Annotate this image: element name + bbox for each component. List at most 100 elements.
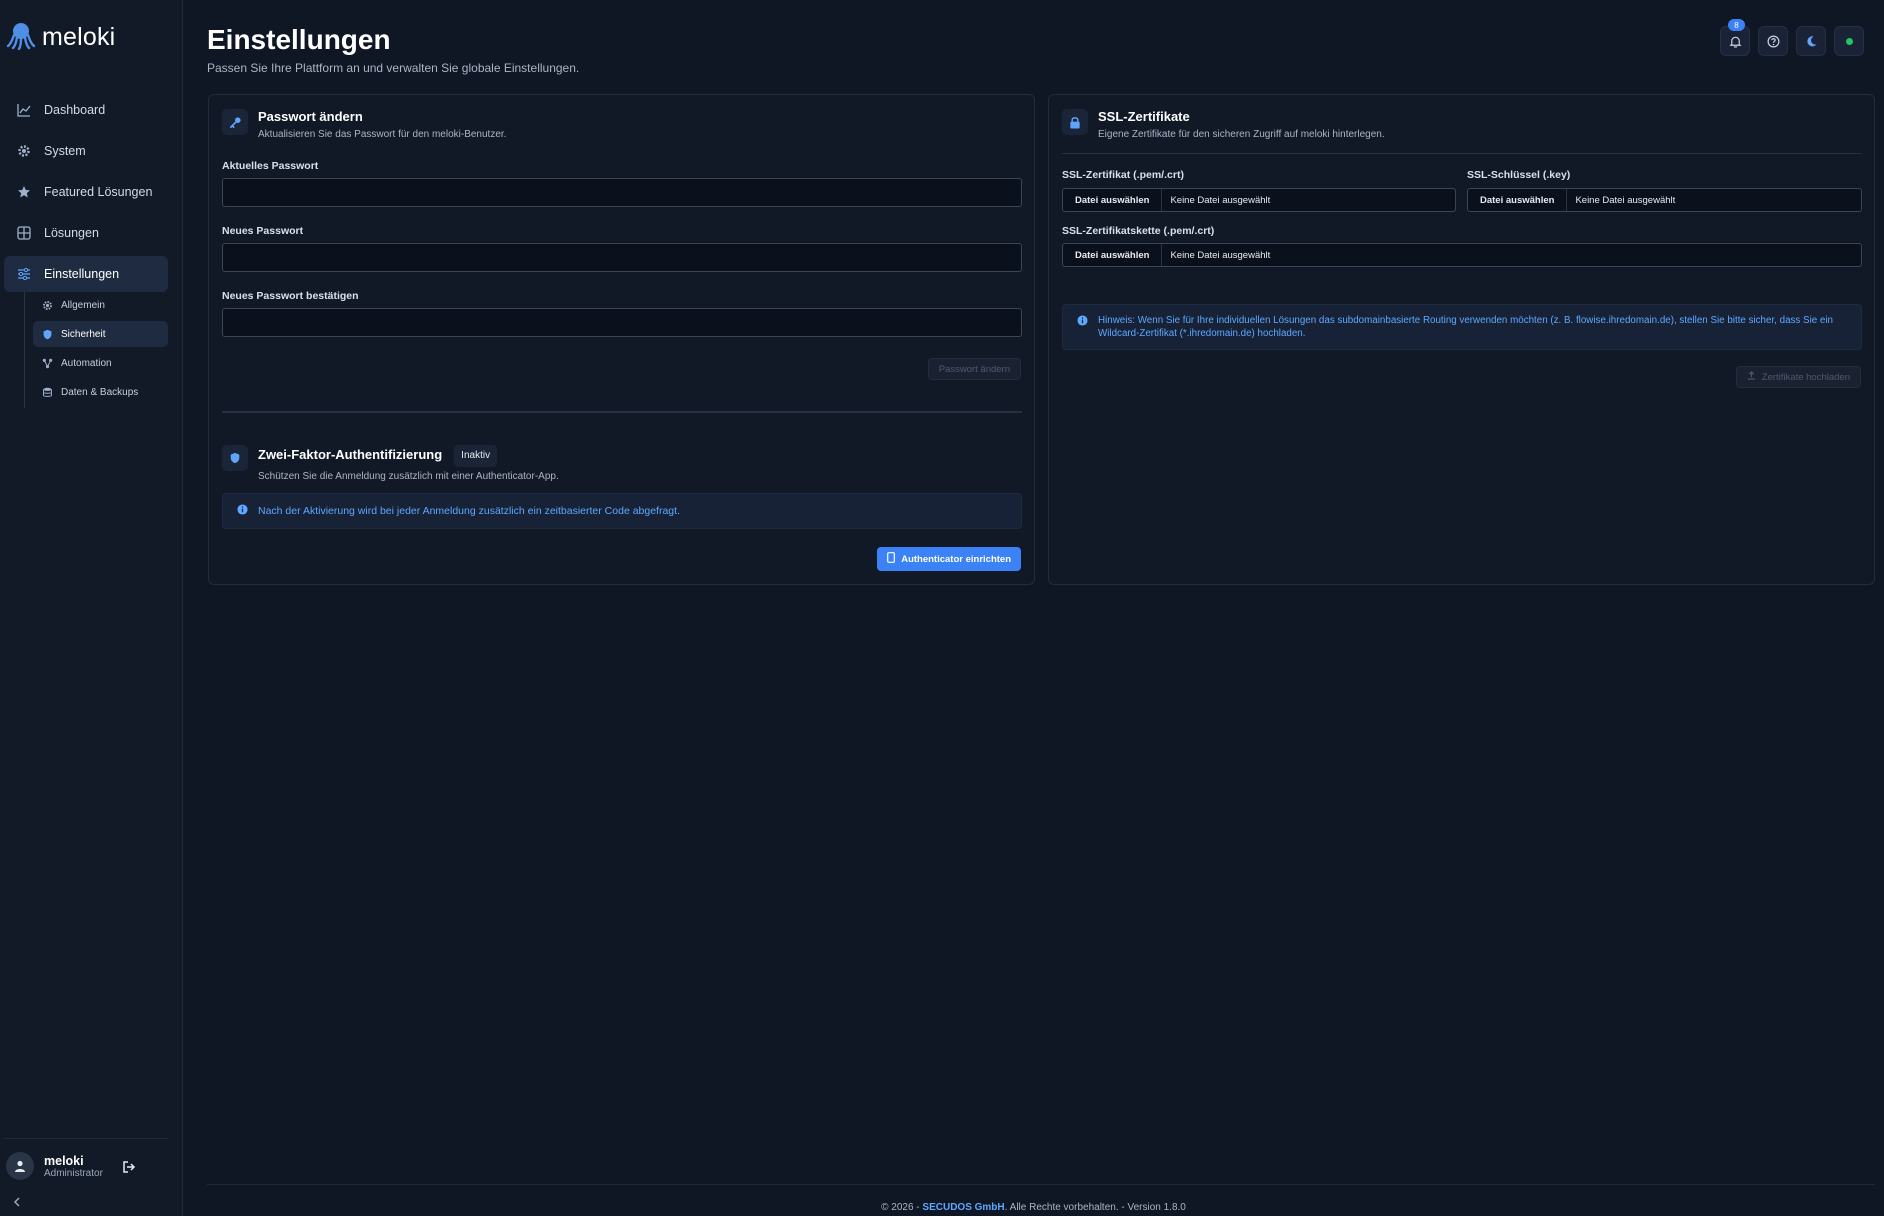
smartphone-icon <box>887 552 896 566</box>
info-icon <box>237 504 248 518</box>
new-password-input[interactable] <box>222 243 1022 272</box>
grid-icon <box>16 225 32 241</box>
twofa-status-badge: Inaktiv <box>454 445 498 467</box>
subitem-label: Automation <box>61 357 112 369</box>
sidebar-item-label: Dashboard <box>44 103 106 117</box>
ssl-header-divider <box>1062 153 1862 154</box>
twofa-section-description: Schützen Sie die Anmeldung zusätzlich mi… <box>258 471 559 482</box>
current-password-label: Aktuelles Passwort <box>222 160 319 172</box>
ssl-chain-label: SSL-Zertifikatskette (.pem/.crt) <box>1062 225 1215 237</box>
sidebar-item-featured[interactable]: Featured Lösungen <box>4 174 168 210</box>
ssl-section-title: SSL-Zertifikate <box>1098 109 1190 124</box>
ssl-chain-file-input[interactable]: Datei auswählen Keine Datei ausgewählt <box>1062 243 1862 267</box>
info-icon <box>1077 315 1088 330</box>
footer-suffix: . Alle Rechte vorbehalten. - Version 1.8… <box>1004 1202 1186 1213</box>
help-icon <box>1767 35 1779 47</box>
ssl-hint-box: Hinweis: Wenn Sie für Ihre individuellen… <box>1062 304 1862 350</box>
notification-badge: 8 <box>1728 19 1745 31</box>
password-section-header: Passwort ändern Aktualisieren Sie das Pa… <box>222 109 506 140</box>
change-password-button[interactable]: Passwort ändern <box>927 358 1021 380</box>
upload-certificates-button[interactable]: Zertifikate hochladen <box>1735 366 1861 388</box>
help-button[interactable] <box>1758 26 1788 56</box>
choose-file-button[interactable]: Datei auswählen <box>1063 189 1163 211</box>
subitem-label: Allgemein <box>61 299 105 311</box>
sidebar-item-solutions[interactable]: Lösungen <box>4 215 168 251</box>
setup-authenticator-label: Authenticator einrichten <box>901 553 1011 565</box>
sidebar-item-label: Featured Lösungen <box>44 185 153 199</box>
footer-divider <box>207 1184 1875 1185</box>
user-name: meloki <box>44 1153 84 1168</box>
sidebar-item-settings[interactable]: Einstellungen <box>4 256 168 292</box>
user-profile[interactable]: meloki Administrator <box>6 1152 103 1180</box>
confirm-password-input[interactable] <box>222 308 1022 337</box>
shield-icon <box>41 328 53 340</box>
shield-icon <box>222 445 248 471</box>
notifications-button[interactable]: 8 <box>1720 19 1750 56</box>
logo[interactable]: meloki <box>6 20 115 55</box>
choose-file-button[interactable]: Datei auswählen <box>1063 244 1163 266</box>
avatar <box>6 1152 34 1180</box>
user-role: Administrator <box>44 1167 103 1179</box>
sidebar-subitem-security[interactable]: Sicherheit <box>33 321 168 347</box>
ssl-cert-file-input[interactable]: Datei auswählen Keine Datei ausgewählt <box>1062 188 1456 212</box>
twofa-title-text: Zwei-Faktor-Authentifizierung <box>258 447 443 462</box>
sliders-icon <box>16 266 32 282</box>
section-divider <box>222 411 1022 413</box>
sidebar-item-label: Einstellungen <box>44 267 120 281</box>
octopus-logo-icon <box>6 20 36 55</box>
twofa-section-title: Zwei-Faktor-Authentifizierung Inaktiv <box>258 445 559 467</box>
new-password-label: Neues Passwort <box>222 225 304 237</box>
file-status: Keine Datei ausgewählt <box>1170 194 1271 206</box>
divider <box>4 1138 168 1139</box>
footer: © 2026 - SECUDOS GmbH. Alle Rechte vorbe… <box>0 1202 1884 1213</box>
ssl-key-label: SSL-Schlüssel (.key) <box>1467 169 1571 181</box>
ssl-hint-text: Hinweis: Wenn Sie für Ihre individuellen… <box>1098 315 1833 339</box>
sidebar: meloki Dashboard System Featured Lösunge… <box>0 0 183 1216</box>
page-subtitle: Passen Sie Ihre Plattform an und verwalt… <box>207 61 580 75</box>
security-card: Passwort ändern Aktualisieren Sie das Pa… <box>208 94 1035 585</box>
upload-icon <box>1747 371 1756 383</box>
ssl-key-file-input[interactable]: Datei auswählen Keine Datei ausgewählt <box>1467 188 1862 212</box>
theme-toggle-button[interactable] <box>1796 26 1826 56</box>
star-icon <box>16 184 32 200</box>
sidebar-item-label: System <box>44 144 86 158</box>
settings-subnav: Allgemein Sicherheit Automation Daten & … <box>24 292 168 408</box>
sidebar-item-label: Lösungen <box>44 226 99 240</box>
database-icon <box>41 386 53 398</box>
twofa-info-box: Nach der Aktivierung wird bei jeder Anme… <box>222 493 1022 529</box>
logout-icon[interactable] <box>122 1160 136 1179</box>
confirm-password-label: Neues Passwort bestätigen <box>222 290 359 302</box>
ssl-cert-label: SSL-Zertifikat (.pem/.crt) <box>1062 169 1184 181</box>
subitem-label: Daten & Backups <box>61 386 139 398</box>
chart-line-icon <box>16 102 32 118</box>
logo-text: meloki <box>42 23 116 51</box>
footer-company-link[interactable]: SECUDOS GmbH <box>922 1202 1004 1213</box>
choose-file-button[interactable]: Datei auswählen <box>1468 189 1568 211</box>
upload-certificates-label: Zertifikate hochladen <box>1761 371 1850 383</box>
password-section-description: Aktualisieren Sie das Passwort für den m… <box>258 129 507 140</box>
sidebar-subitem-automation[interactable]: Automation <box>33 350 168 376</box>
file-status: Keine Datei ausgewählt <box>1170 249 1271 261</box>
lock-icon <box>1062 109 1088 135</box>
bell-icon <box>1728 36 1742 48</box>
status-button[interactable] <box>1834 26 1864 56</box>
sidebar-subitem-general[interactable]: Allgemein <box>33 292 168 318</box>
twofa-info-text: Nach der Aktivierung wird bei jeder Anme… <box>258 505 680 517</box>
sidebar-item-system[interactable]: System <box>4 133 168 169</box>
user-icon <box>15 1160 25 1172</box>
key-icon <box>222 109 248 135</box>
current-password-input[interactable] <box>222 178 1022 207</box>
subitem-label: Sicherheit <box>61 328 106 340</box>
footer-prefix: © 2026 - <box>881 1202 923 1213</box>
ssl-section-header: SSL-Zertifikate Eigene Zertifikate für d… <box>1062 109 1385 140</box>
moon-icon <box>1806 35 1817 46</box>
page-title: Einstellungen <box>207 24 391 55</box>
file-status: Keine Datei ausgewählt <box>1575 194 1676 206</box>
sidebar-item-dashboard[interactable]: Dashboard <box>4 92 168 128</box>
main-nav: Dashboard System Featured Lösungen Lösun… <box>4 92 168 297</box>
gear-icon <box>16 143 32 159</box>
top-actions: 8 <box>1720 19 1864 56</box>
ssl-card: SSL-Zertifikate Eigene Zertifikate für d… <box>1048 94 1875 585</box>
sidebar-subitem-data-backups[interactable]: Daten & Backups <box>33 379 168 405</box>
setup-authenticator-button[interactable]: Authenticator einrichten <box>877 547 1021 571</box>
